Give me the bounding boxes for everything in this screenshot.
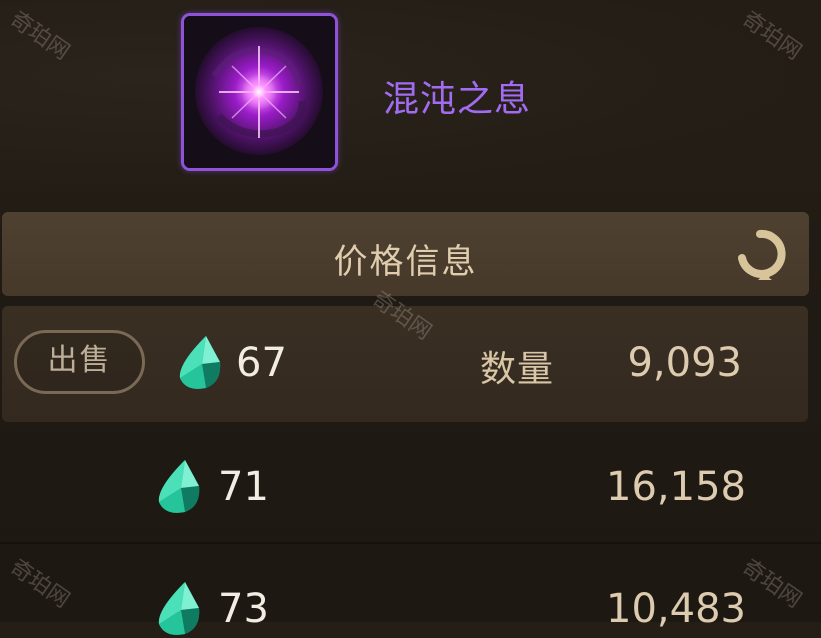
listing-price: 71 [218,464,269,510]
listing-quantity: 10,483 [606,586,746,632]
listing-quantity: 16,158 [606,464,746,510]
refresh-button[interactable] [734,228,786,280]
gem-icon [158,582,200,635]
item-name: 混沌之息 [383,79,532,120]
item-icon-frame[interactable] [181,13,338,171]
gem-icon [158,460,200,513]
gem-icon [179,336,221,389]
row-divider [0,542,821,544]
chaos-breath-icon [184,16,335,168]
listing-price: 67 [236,340,287,386]
price-info-bar: 价格信息 [2,212,809,296]
listing-quantity: 9,093 [627,340,742,386]
listing-price: 73 [218,586,269,632]
refresh-icon [738,229,786,280]
sell-button[interactable]: 出售 [14,330,145,394]
price-info-title: 价格信息 [333,242,478,282]
